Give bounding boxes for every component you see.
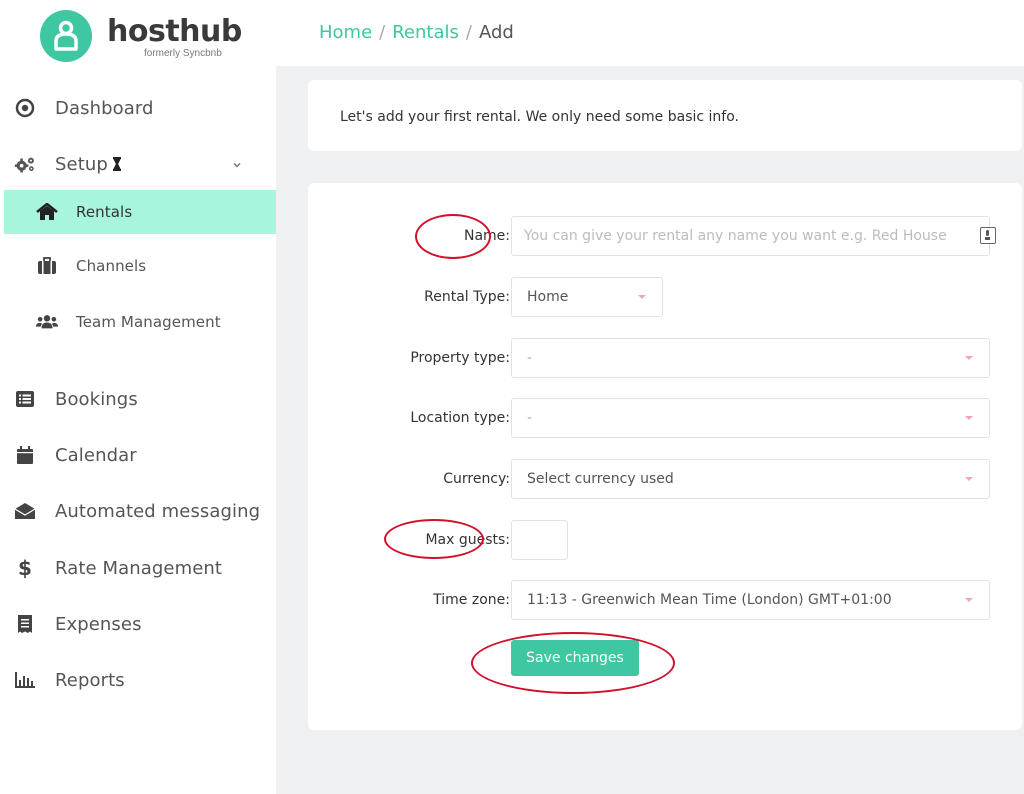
sidebar-item-channels[interactable]: Channels bbox=[0, 244, 276, 288]
sidebar-item-expenses[interactable]: Expenses bbox=[0, 602, 276, 646]
currency-label: Currency: bbox=[443, 471, 510, 487]
form-row-name: Name: bbox=[308, 216, 1022, 256]
location-type-value: - bbox=[527, 410, 533, 426]
receipt-icon bbox=[14, 613, 36, 635]
dropdown-arrow-icon bbox=[965, 477, 973, 481]
name-input[interactable] bbox=[511, 216, 990, 256]
dropdown-arrow-icon bbox=[965, 356, 973, 360]
form-row-property-type: Property type: - bbox=[308, 338, 1022, 378]
save-changes-button[interactable]: Save changes bbox=[511, 640, 639, 676]
logo-badge-icon bbox=[40, 10, 92, 62]
sidebar-item-label: Setup bbox=[55, 153, 108, 175]
luggage-icon bbox=[36, 255, 58, 277]
time-zone-value: 11:13 - Greenwich Mean Time (London) GMT… bbox=[527, 592, 892, 608]
envelope-icon bbox=[14, 500, 36, 522]
brand-subtitle: formerly Syncbnb bbox=[144, 48, 222, 59]
breadcrumb-separator: / bbox=[465, 22, 472, 43]
list-icon bbox=[14, 388, 36, 410]
location-type-select[interactable]: - bbox=[511, 398, 990, 438]
sidebar-item-dashboard[interactable]: Dashboard bbox=[0, 86, 276, 130]
currency-select[interactable]: Select currency used bbox=[511, 459, 990, 499]
rental-type-label: Rental Type: bbox=[424, 289, 510, 305]
max-guests-input[interactable] bbox=[511, 520, 568, 560]
sidebar-item-messaging[interactable]: Automated messaging bbox=[0, 489, 276, 533]
intro-text: Let's add your first rental. We only nee… bbox=[340, 109, 739, 125]
target-icon bbox=[14, 97, 36, 119]
home-icon bbox=[36, 201, 58, 223]
sidebar-item-reports[interactable]: Reports bbox=[0, 658, 276, 702]
sidebar-item-bookings[interactable]: Bookings bbox=[0, 377, 276, 421]
breadcrumb: Home / Rentals / Add bbox=[319, 22, 514, 44]
name-label: Name: bbox=[463, 228, 510, 244]
form-row-time-zone: Time zone: 11:13 - Greenwich Mean Time (… bbox=[308, 580, 1022, 620]
sidebar-item-label: Bookings bbox=[55, 388, 138, 410]
sidebar-item-label: Team Management bbox=[76, 313, 221, 331]
sidebar-item-label: Automated messaging bbox=[55, 500, 261, 522]
sidebar-item-label: Calendar bbox=[55, 444, 137, 466]
intro-card: Let's add your first rental. We only nee… bbox=[308, 80, 1022, 151]
chevron-down-icon[interactable] bbox=[232, 157, 242, 168]
dropdown-arrow-icon bbox=[965, 416, 973, 420]
location-type-label: Location type: bbox=[410, 410, 510, 426]
sidebar-item-rentals[interactable]: Rentals bbox=[4, 190, 276, 234]
breadcrumb-rentals-link[interactable]: Rentals bbox=[392, 22, 459, 43]
sidebar-item-label: Rentals bbox=[76, 203, 133, 221]
sidebar-item-label: Reports bbox=[55, 669, 125, 691]
sidebar-item-setup[interactable]: Setup bbox=[0, 142, 276, 186]
dropdown-arrow-icon bbox=[965, 598, 973, 602]
dropdown-arrow-icon bbox=[638, 295, 646, 299]
form-row-currency: Currency: Select currency used bbox=[308, 459, 1022, 499]
dollar-icon: $ bbox=[18, 556, 32, 580]
time-zone-select[interactable]: 11:13 - Greenwich Mean Time (London) GMT… bbox=[511, 580, 990, 620]
rental-type-value: Home bbox=[527, 289, 569, 305]
property-type-value: - bbox=[527, 350, 533, 366]
hourglass-icon bbox=[112, 157, 122, 176]
form-row-rental-type: Rental Type: Home bbox=[308, 277, 1022, 317]
calendar-icon bbox=[14, 444, 36, 466]
time-zone-label: Time zone: bbox=[433, 592, 510, 608]
form-row-max-guests: Max guests: bbox=[308, 520, 1022, 560]
rental-form-card: Name: Rental Type: Home Property type: -… bbox=[308, 183, 1022, 730]
rental-type-select[interactable]: Home bbox=[511, 277, 663, 317]
brand-name: hosthub bbox=[107, 14, 242, 49]
sidebar: hosthub formerly Syncbnb Dashboard Setup bbox=[0, 0, 276, 794]
users-icon bbox=[36, 311, 58, 333]
property-type-label: Property type: bbox=[410, 350, 510, 366]
form-row-location-type: Location type: - bbox=[308, 398, 1022, 438]
sidebar-item-calendar[interactable]: Calendar bbox=[0, 433, 276, 477]
breadcrumb-home-link[interactable]: Home bbox=[319, 22, 372, 43]
password-manager-icon[interactable] bbox=[980, 227, 996, 244]
sidebar-item-label: Rate Management bbox=[55, 557, 223, 579]
max-guests-label: Max guests: bbox=[425, 532, 510, 548]
sidebar-item-label: Channels bbox=[76, 257, 147, 275]
gears-icon bbox=[14, 153, 36, 175]
sidebar-item-team[interactable]: Team Management bbox=[0, 300, 276, 344]
breadcrumb-current: Add bbox=[478, 22, 514, 43]
sidebar-item-label: Dashboard bbox=[55, 97, 154, 119]
bar-chart-icon bbox=[14, 669, 36, 691]
main-content: Let's add your first rental. We only nee… bbox=[276, 66, 1024, 794]
property-type-select[interactable]: - bbox=[511, 338, 990, 378]
breadcrumb-separator: / bbox=[379, 22, 386, 43]
currency-value: Select currency used bbox=[527, 471, 674, 487]
sidebar-item-rates[interactable]: $ Rate Management bbox=[0, 546, 276, 590]
brand-logo[interactable]: hosthub formerly Syncbnb bbox=[40, 10, 280, 62]
sidebar-item-label: Expenses bbox=[55, 613, 142, 635]
